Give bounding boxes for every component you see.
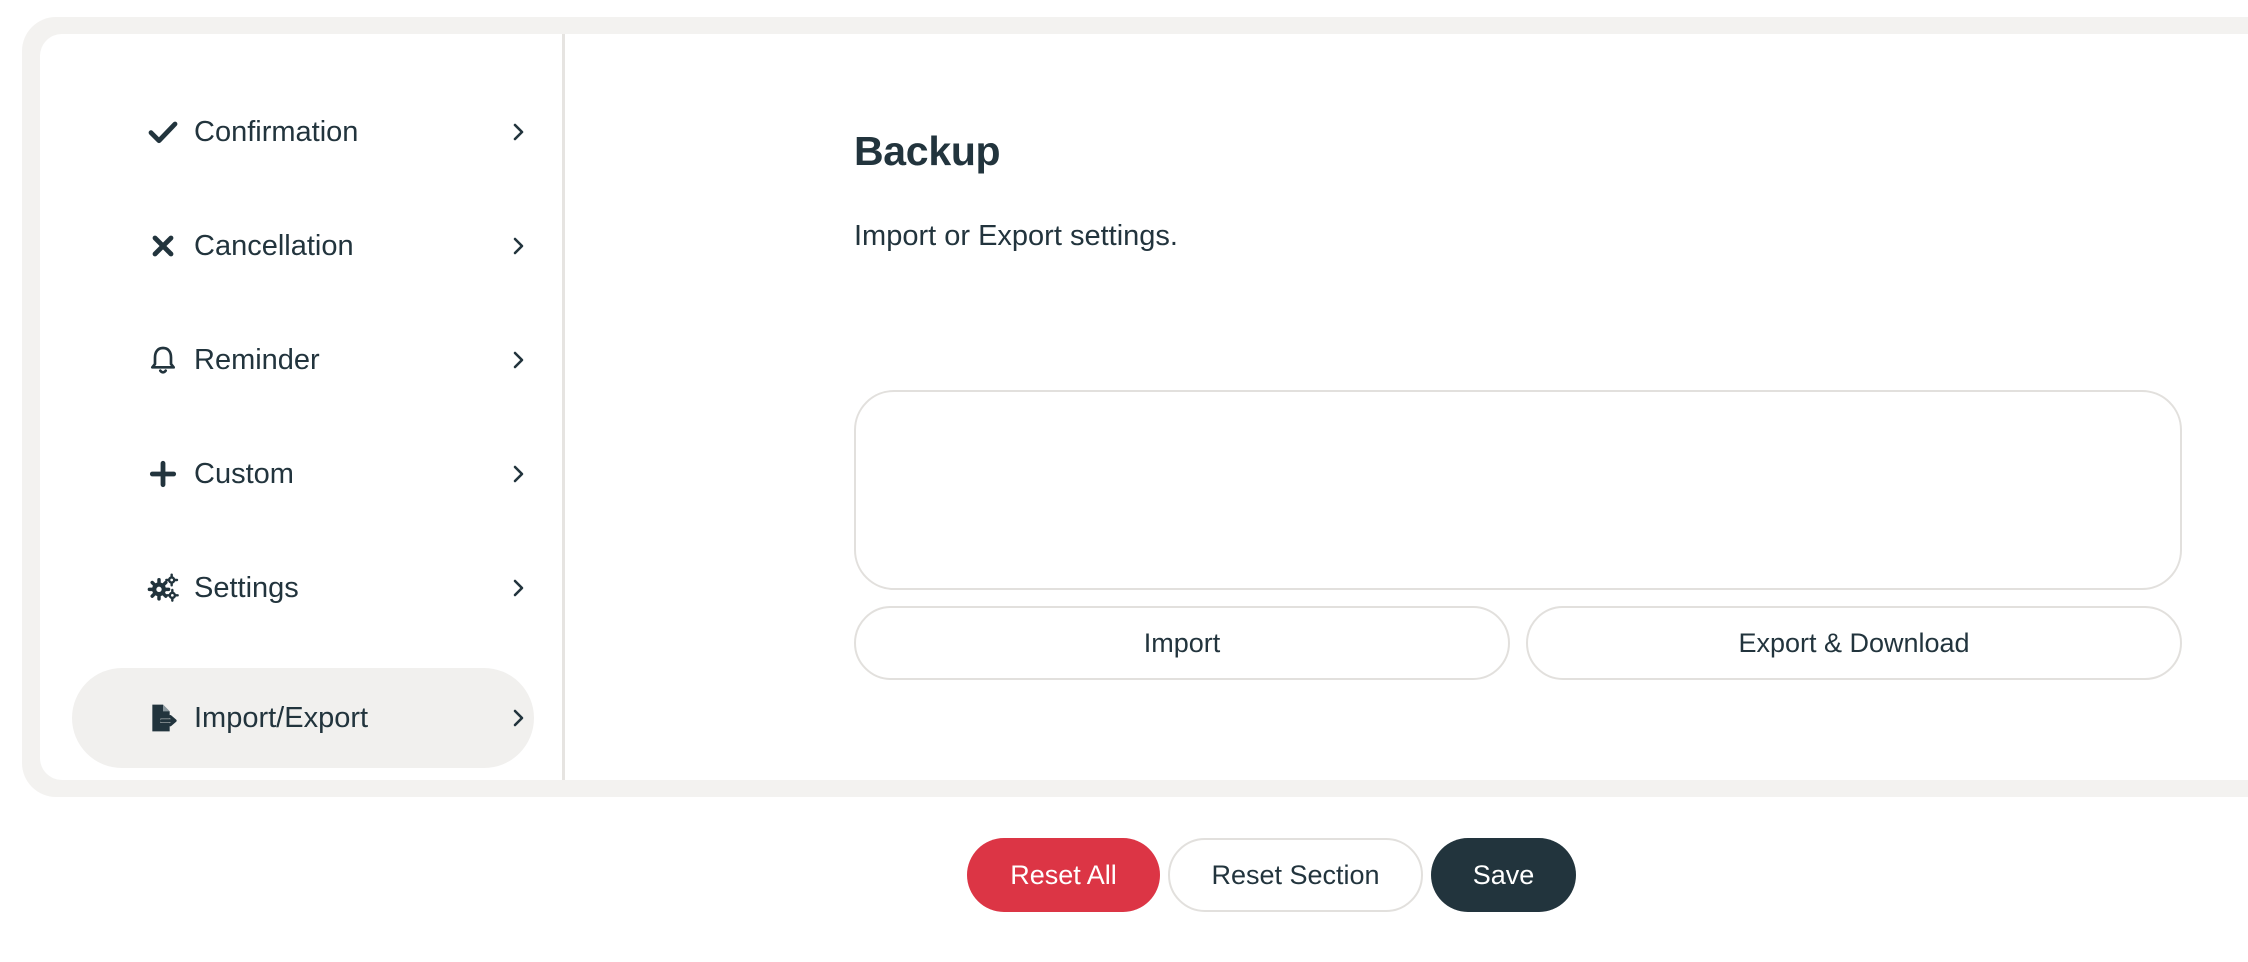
x-icon [145,228,181,264]
chevron-right-icon [506,706,530,730]
sidebar-item-label: Custom [194,458,294,490]
sidebar-item-label: Reminder [194,344,320,376]
sidebar-item-label: Cancellation [194,230,354,262]
sidebar-item-label: Settings [194,572,299,604]
reset-all-button[interactable]: Reset All [967,838,1160,912]
sidebar-item-confirmation[interactable]: Confirmation [72,82,534,182]
page-title: Backup [854,128,1001,174]
sidebar-item-cancellation[interactable]: Cancellation [72,196,534,296]
sidebar-item-import-export[interactable]: Import/Export [72,668,534,768]
chevron-right-icon [506,462,530,486]
sidebar-item-reminder[interactable]: Reminder [72,310,534,410]
chevron-right-icon [506,120,530,144]
section-description: Import or Export settings. [854,220,1178,252]
gears-icon [145,570,181,606]
reset-section-button[interactable]: Reset Section [1168,838,1423,912]
bell-icon [145,342,181,378]
sidebar-item-label: Confirmation [194,116,359,148]
chevron-right-icon [506,234,530,258]
plus-icon [145,456,181,492]
save-button[interactable]: Save [1431,838,1576,912]
sidebar-item-settings[interactable]: Settings [72,538,534,638]
file-export-icon [145,700,181,736]
backup-textarea[interactable] [854,390,2182,590]
import-button[interactable]: Import [854,606,1510,680]
chevron-right-icon [506,348,530,372]
export-download-button[interactable]: Export & Download [1526,606,2182,680]
sidebar-item-custom[interactable]: Custom [72,424,534,524]
sidebar-item-label: Import/Export [194,702,369,734]
check-icon [145,114,181,150]
sidebar: Confirmation Cancellation Reminder Custo… [40,34,565,780]
chevron-right-icon [506,576,530,600]
